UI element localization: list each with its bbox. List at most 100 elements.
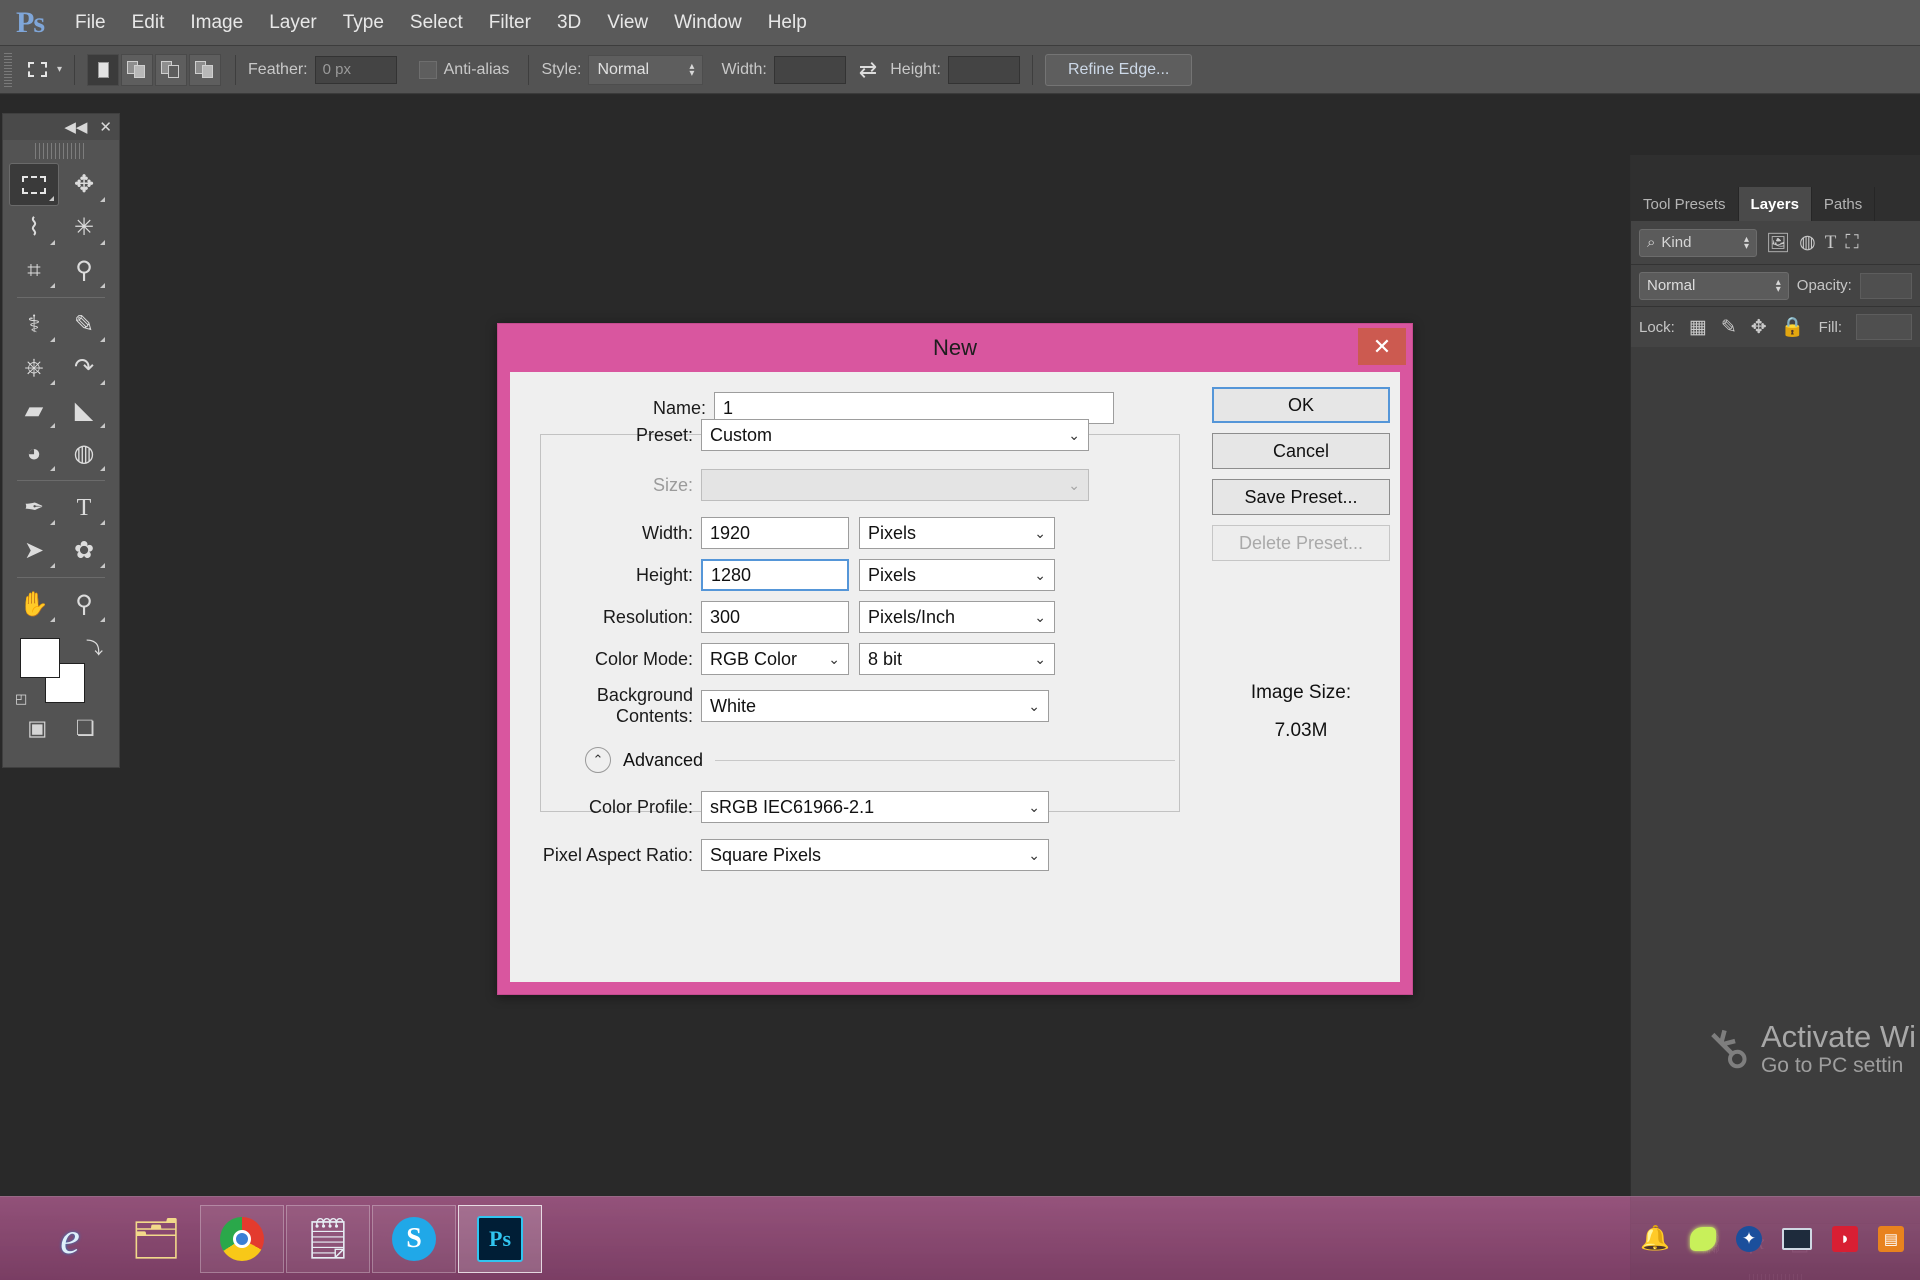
quick-mask-icon[interactable]: ▣ [27, 716, 47, 741]
save-preset-button[interactable]: Save Preset... [1212, 479, 1390, 515]
pen-tool[interactable]: ✒ [9, 486, 59, 529]
chevron-up-double-icon[interactable]: ⌃ [585, 747, 611, 773]
gradient-tool[interactable]: ◣ [59, 389, 109, 432]
new-selection-button[interactable] [87, 54, 119, 86]
taskbar-internet-explorer[interactable]: e [28, 1205, 112, 1273]
intersect-selection-button[interactable] [189, 54, 221, 86]
bluetooth-icon[interactable]: ✦ [1736, 1226, 1762, 1252]
close-icon[interactable]: ✕ [99, 118, 112, 136]
swap-colors-icon[interactable]: ⤵ [86, 634, 103, 659]
lock-image-icon[interactable]: ✎ [1721, 316, 1737, 339]
opacity-input[interactable] [1860, 273, 1912, 299]
preset-select[interactable]: Custom ⌄ [701, 419, 1089, 451]
tools-panel-titlebar[interactable]: ◀◀ ✕ [3, 114, 119, 140]
lock-position-icon[interactable]: ✥ [1751, 316, 1767, 339]
options-height-input[interactable] [948, 56, 1020, 84]
lasso-tool[interactable]: ⌇ [9, 206, 59, 249]
resolution-unit-select[interactable]: Pixels/Inch ⌄ [859, 601, 1055, 633]
menu-file[interactable]: File [62, 6, 119, 40]
green-app-icon[interactable] [1690, 1227, 1716, 1251]
ok-button[interactable]: OK [1212, 387, 1390, 423]
width-input[interactable]: 1920 [701, 517, 849, 549]
healing-brush-tool[interactable]: ⚕ [9, 303, 59, 346]
menu-3d[interactable]: 3D [544, 6, 594, 40]
resolution-input[interactable]: 300 [701, 601, 849, 633]
options-bar-grip[interactable] [4, 53, 12, 87]
color-mode-select[interactable]: RGB Color ⌄ [701, 643, 849, 675]
tools-panel-grip[interactable] [35, 143, 87, 159]
tab-tool-presets[interactable]: Tool Presets [1631, 187, 1739, 221]
adjustment-layer-filter-icon[interactable]: ◍ [1799, 231, 1816, 254]
advanced-section-header[interactable]: ⌃ Advanced [585, 747, 1175, 773]
fill-input[interactable] [1856, 314, 1912, 340]
type-tool[interactable]: T [59, 486, 109, 529]
dodge-tool[interactable]: ◍ [59, 432, 109, 475]
reset-colors-icon[interactable]: ◰ [15, 691, 27, 707]
screen-mode-icon[interactable]: ❏ [76, 716, 95, 741]
pixel-aspect-select[interactable]: Square Pixels ⌄ [701, 839, 1049, 871]
tab-paths[interactable]: Paths [1812, 187, 1875, 221]
menu-filter[interactable]: Filter [476, 6, 544, 40]
hand-tool[interactable]: ✋ [9, 583, 59, 626]
type-layer-filter-icon[interactable]: T [1825, 232, 1837, 254]
collapse-double-chevron-icon[interactable]: ◀◀ [64, 118, 87, 136]
subtract-from-selection-button[interactable] [155, 54, 187, 86]
refine-edge-button[interactable]: Refine Edge... [1045, 54, 1192, 86]
lock-all-icon[interactable]: 🔒 [1781, 315, 1805, 339]
taskbar-notepad[interactable]: 🗒 [286, 1205, 370, 1273]
pixel-layer-filter-icon[interactable]: 🖼 [1766, 231, 1790, 255]
taskbar-chrome[interactable] [200, 1205, 284, 1273]
width-unit-select[interactable]: Pixels ⌄ [859, 517, 1055, 549]
brush-tool[interactable]: ✎ [59, 303, 109, 346]
taskbar-photoshop[interactable]: Ps [458, 1205, 542, 1273]
bit-depth-select[interactable]: 8 bit ⌄ [859, 643, 1055, 675]
feather-input[interactable]: 0 px [315, 56, 397, 84]
color-profile-select[interactable]: sRGB IEC61966-2.1 ⌄ [701, 791, 1049, 823]
tab-layers[interactable]: Layers [1739, 187, 1812, 221]
menu-edit[interactable]: Edit [119, 6, 178, 40]
menu-help[interactable]: Help [755, 6, 820, 40]
style-select[interactable]: Normal ▴▾ [588, 55, 703, 85]
blend-mode-select[interactable]: Normal ▴▾ [1639, 272, 1789, 300]
clone-stamp-tool[interactable]: ⎈ [9, 346, 59, 389]
menu-image[interactable]: Image [177, 6, 256, 40]
height-input[interactable]: 1280 [701, 559, 849, 591]
move-tool[interactable]: ✥ [59, 163, 109, 206]
dialog-titlebar[interactable]: New ✕ [498, 324, 1412, 372]
height-unit-select[interactable]: Pixels ⌄ [859, 559, 1055, 591]
path-selection-tool[interactable]: ➤ [9, 529, 59, 572]
cancel-button[interactable]: Cancel [1212, 433, 1390, 469]
zoom-tool[interactable]: ⚲ [59, 583, 109, 626]
crop-tool[interactable]: ⌗ [9, 249, 59, 292]
menu-type[interactable]: Type [330, 6, 397, 40]
menu-layer[interactable]: Layer [256, 6, 330, 40]
shape-tool[interactable]: ✿ [59, 529, 109, 572]
add-to-selection-button[interactable] [121, 54, 153, 86]
close-icon[interactable]: ✕ [1358, 328, 1406, 365]
lock-transparency-icon[interactable]: ▦ [1689, 316, 1707, 339]
shape-layer-filter-icon[interactable]: ⛶ [1845, 232, 1858, 254]
anti-alias-checkbox[interactable] [419, 61, 437, 79]
display-icon[interactable] [1782, 1228, 1812, 1250]
history-brush-tool[interactable]: ↷ [59, 346, 109, 389]
orange-app-icon[interactable]: ▤ [1878, 1226, 1904, 1252]
eraser-tool[interactable]: ▰ [9, 389, 59, 432]
marquee-icon[interactable] [22, 55, 52, 85]
menu-view[interactable]: View [594, 6, 661, 40]
blur-tool[interactable]: ◕ [9, 432, 59, 475]
rectangular-marquee-tool[interactable] [9, 163, 59, 206]
background-contents-select[interactable]: White ⌄ [701, 690, 1049, 722]
magic-wand-tool[interactable]: ✳ [59, 206, 109, 249]
taskbar-skype[interactable]: S [372, 1205, 456, 1273]
menu-select[interactable]: Select [397, 6, 476, 40]
notifications-bell-icon[interactable]: 🔔 [1640, 1224, 1670, 1253]
red-app-icon[interactable]: ◗ [1832, 1226, 1858, 1252]
foreground-color-swatch[interactable] [20, 638, 60, 678]
layer-filter-kind-select[interactable]: ⌕ Kind ▴▾ [1639, 229, 1757, 257]
taskbar-file-explorer[interactable]: 🗂 [114, 1205, 198, 1273]
options-width-input[interactable] [774, 56, 846, 84]
menu-window[interactable]: Window [661, 6, 755, 40]
tool-preset-chevron-down-icon[interactable]: ▾ [57, 64, 62, 75]
swap-arrows-icon[interactable]: ⇄ [859, 57, 877, 83]
eyedropper-tool[interactable]: ⚲ [59, 249, 109, 292]
